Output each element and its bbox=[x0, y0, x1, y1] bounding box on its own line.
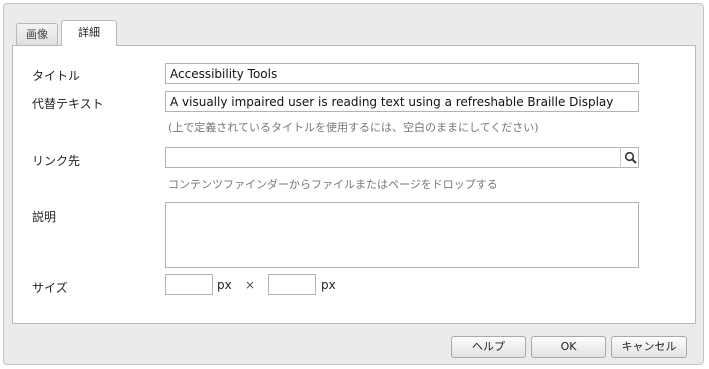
width-unit: px bbox=[217, 278, 232, 292]
link-browse-button[interactable] bbox=[620, 147, 639, 168]
ok-button[interactable]: OK bbox=[531, 336, 606, 358]
height-input[interactable] bbox=[268, 274, 316, 295]
image-properties-dialog: 画像 詳細 タイトル 代替テキスト (上で定義されているタイトルを使用するには、… bbox=[3, 3, 704, 365]
tab-details[interactable]: 詳細 bbox=[61, 20, 117, 46]
cancel-button[interactable]: キャンセル bbox=[611, 336, 687, 358]
alt-text-label: 代替テキスト bbox=[32, 97, 104, 111]
description-textarea[interactable] bbox=[165, 202, 639, 268]
details-panel: タイトル 代替テキスト (上で定義されているタイトルを使用するには、空白のままに… bbox=[12, 45, 696, 324]
height-unit: px bbox=[321, 278, 336, 292]
link-hint: コンテンツファインダーからファイルまたはページをドロップする bbox=[168, 178, 498, 191]
title-label: タイトル bbox=[32, 69, 81, 83]
help-button[interactable]: ヘルプ bbox=[451, 336, 526, 358]
alt-text-input[interactable] bbox=[165, 91, 639, 112]
description-label: 説明 bbox=[32, 210, 57, 224]
title-input[interactable] bbox=[165, 63, 639, 84]
width-input[interactable] bbox=[165, 274, 213, 295]
size-separator: × bbox=[245, 278, 256, 292]
tab-image[interactable]: 画像 bbox=[16, 23, 58, 46]
alt-text-hint: (上で定義されているタイトルを使用するには、空白のままにしてください) bbox=[168, 121, 539, 134]
search-icon bbox=[624, 151, 637, 164]
link-label: リンク先 bbox=[32, 154, 81, 168]
size-label: サイズ bbox=[32, 281, 68, 295]
link-input[interactable] bbox=[165, 147, 639, 168]
